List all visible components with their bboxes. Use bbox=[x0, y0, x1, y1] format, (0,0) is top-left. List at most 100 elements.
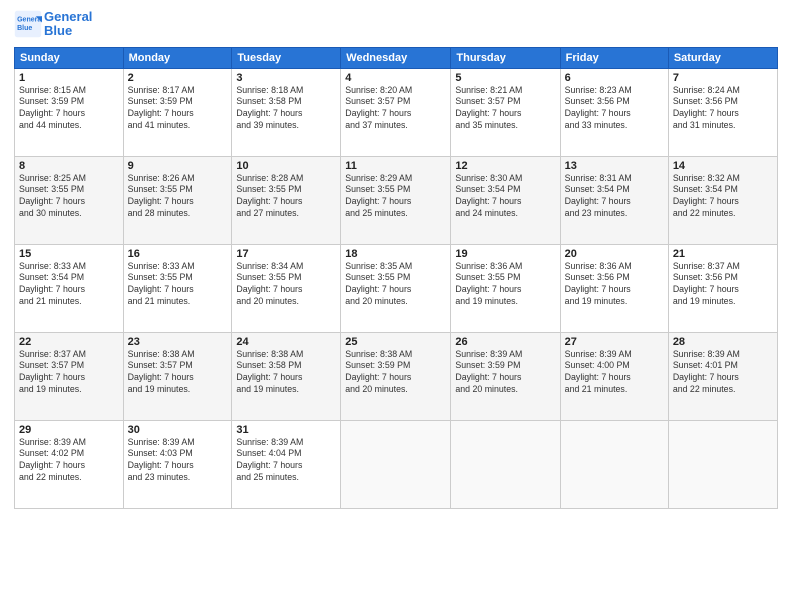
logo: General Blue General Blue bbox=[14, 10, 92, 39]
day-info: Sunrise: 8:39 AMSunset: 4:02 PMDaylight:… bbox=[19, 437, 119, 485]
logo-text: General Blue bbox=[44, 10, 92, 39]
day-info: Sunrise: 8:39 AMSunset: 4:03 PMDaylight:… bbox=[128, 437, 228, 485]
week-row-5: 29Sunrise: 8:39 AMSunset: 4:02 PMDayligh… bbox=[15, 420, 778, 508]
day-info: Sunrise: 8:39 AMSunset: 4:04 PMDaylight:… bbox=[236, 437, 336, 485]
day-number: 18 bbox=[345, 248, 446, 260]
day-number: 31 bbox=[236, 424, 336, 436]
day-cell: 28Sunrise: 8:39 AMSunset: 4:01 PMDayligh… bbox=[668, 332, 777, 420]
day-cell: 8Sunrise: 8:25 AMSunset: 3:55 PMDaylight… bbox=[15, 156, 124, 244]
day-info: Sunrise: 8:28 AMSunset: 3:55 PMDaylight:… bbox=[236, 173, 336, 221]
day-number: 7 bbox=[673, 72, 773, 84]
day-cell: 30Sunrise: 8:39 AMSunset: 4:03 PMDayligh… bbox=[123, 420, 232, 508]
day-info: Sunrise: 8:31 AMSunset: 3:54 PMDaylight:… bbox=[565, 173, 664, 221]
day-cell bbox=[341, 420, 451, 508]
day-number: 9 bbox=[128, 160, 228, 172]
header-day-thursday: Thursday bbox=[451, 47, 560, 68]
week-row-3: 15Sunrise: 8:33 AMSunset: 3:54 PMDayligh… bbox=[15, 244, 778, 332]
day-info: Sunrise: 8:32 AMSunset: 3:54 PMDaylight:… bbox=[673, 173, 773, 221]
day-number: 17 bbox=[236, 248, 336, 260]
day-number: 25 bbox=[345, 336, 446, 348]
day-cell: 21Sunrise: 8:37 AMSunset: 3:56 PMDayligh… bbox=[668, 244, 777, 332]
day-number: 29 bbox=[19, 424, 119, 436]
day-number: 8 bbox=[19, 160, 119, 172]
day-info: Sunrise: 8:37 AMSunset: 3:57 PMDaylight:… bbox=[19, 349, 119, 397]
day-cell: 23Sunrise: 8:38 AMSunset: 3:57 PMDayligh… bbox=[123, 332, 232, 420]
day-cell: 11Sunrise: 8:29 AMSunset: 3:55 PMDayligh… bbox=[341, 156, 451, 244]
day-info: Sunrise: 8:38 AMSunset: 3:58 PMDaylight:… bbox=[236, 349, 336, 397]
week-row-2: 8Sunrise: 8:25 AMSunset: 3:55 PMDaylight… bbox=[15, 156, 778, 244]
day-cell: 5Sunrise: 8:21 AMSunset: 3:57 PMDaylight… bbox=[451, 68, 560, 156]
day-number: 16 bbox=[128, 248, 228, 260]
calendar-table: SundayMondayTuesdayWednesdayThursdayFrid… bbox=[14, 47, 778, 509]
day-number: 15 bbox=[19, 248, 119, 260]
day-info: Sunrise: 8:23 AMSunset: 3:56 PMDaylight:… bbox=[565, 85, 664, 133]
day-info: Sunrise: 8:18 AMSunset: 3:58 PMDaylight:… bbox=[236, 85, 336, 133]
day-info: Sunrise: 8:34 AMSunset: 3:55 PMDaylight:… bbox=[236, 261, 336, 309]
day-info: Sunrise: 8:24 AMSunset: 3:56 PMDaylight:… bbox=[673, 85, 773, 133]
day-cell: 19Sunrise: 8:36 AMSunset: 3:55 PMDayligh… bbox=[451, 244, 560, 332]
day-number: 2 bbox=[128, 72, 228, 84]
day-cell: 6Sunrise: 8:23 AMSunset: 3:56 PMDaylight… bbox=[560, 68, 668, 156]
day-info: Sunrise: 8:30 AMSunset: 3:54 PMDaylight:… bbox=[455, 173, 555, 221]
day-cell: 9Sunrise: 8:26 AMSunset: 3:55 PMDaylight… bbox=[123, 156, 232, 244]
day-cell: 4Sunrise: 8:20 AMSunset: 3:57 PMDaylight… bbox=[341, 68, 451, 156]
day-number: 11 bbox=[345, 160, 446, 172]
week-row-1: 1Sunrise: 8:15 AMSunset: 3:59 PMDaylight… bbox=[15, 68, 778, 156]
header-day-monday: Monday bbox=[123, 47, 232, 68]
day-number: 10 bbox=[236, 160, 336, 172]
day-number: 22 bbox=[19, 336, 119, 348]
day-number: 23 bbox=[128, 336, 228, 348]
day-number: 6 bbox=[565, 72, 664, 84]
day-cell: 31Sunrise: 8:39 AMSunset: 4:04 PMDayligh… bbox=[232, 420, 341, 508]
day-info: Sunrise: 8:38 AMSunset: 3:59 PMDaylight:… bbox=[345, 349, 446, 397]
day-info: Sunrise: 8:17 AMSunset: 3:59 PMDaylight:… bbox=[128, 85, 228, 133]
day-info: Sunrise: 8:26 AMSunset: 3:55 PMDaylight:… bbox=[128, 173, 228, 221]
day-cell: 27Sunrise: 8:39 AMSunset: 4:00 PMDayligh… bbox=[560, 332, 668, 420]
day-number: 3 bbox=[236, 72, 336, 84]
logo-icon: General Blue bbox=[14, 10, 42, 38]
header-day-friday: Friday bbox=[560, 47, 668, 68]
day-info: Sunrise: 8:20 AMSunset: 3:57 PMDaylight:… bbox=[345, 85, 446, 133]
day-info: Sunrise: 8:37 AMSunset: 3:56 PMDaylight:… bbox=[673, 261, 773, 309]
day-number: 21 bbox=[673, 248, 773, 260]
day-cell: 25Sunrise: 8:38 AMSunset: 3:59 PMDayligh… bbox=[341, 332, 451, 420]
day-info: Sunrise: 8:33 AMSunset: 3:54 PMDaylight:… bbox=[19, 261, 119, 309]
day-cell: 2Sunrise: 8:17 AMSunset: 3:59 PMDaylight… bbox=[123, 68, 232, 156]
day-info: Sunrise: 8:33 AMSunset: 3:55 PMDaylight:… bbox=[128, 261, 228, 309]
header-day-tuesday: Tuesday bbox=[232, 47, 341, 68]
header-day-saturday: Saturday bbox=[668, 47, 777, 68]
day-number: 5 bbox=[455, 72, 555, 84]
day-cell: 15Sunrise: 8:33 AMSunset: 3:54 PMDayligh… bbox=[15, 244, 124, 332]
day-cell: 1Sunrise: 8:15 AMSunset: 3:59 PMDaylight… bbox=[15, 68, 124, 156]
day-number: 24 bbox=[236, 336, 336, 348]
day-cell: 13Sunrise: 8:31 AMSunset: 3:54 PMDayligh… bbox=[560, 156, 668, 244]
day-number: 26 bbox=[455, 336, 555, 348]
day-cell: 18Sunrise: 8:35 AMSunset: 3:55 PMDayligh… bbox=[341, 244, 451, 332]
day-info: Sunrise: 8:36 AMSunset: 3:56 PMDaylight:… bbox=[565, 261, 664, 309]
day-number: 4 bbox=[345, 72, 446, 84]
day-number: 27 bbox=[565, 336, 664, 348]
day-number: 12 bbox=[455, 160, 555, 172]
day-info: Sunrise: 8:35 AMSunset: 3:55 PMDaylight:… bbox=[345, 261, 446, 309]
day-cell bbox=[451, 420, 560, 508]
day-number: 20 bbox=[565, 248, 664, 260]
day-number: 30 bbox=[128, 424, 228, 436]
day-cell: 7Sunrise: 8:24 AMSunset: 3:56 PMDaylight… bbox=[668, 68, 777, 156]
day-cell: 24Sunrise: 8:38 AMSunset: 3:58 PMDayligh… bbox=[232, 332, 341, 420]
svg-text:Blue: Blue bbox=[17, 26, 32, 33]
day-info: Sunrise: 8:38 AMSunset: 3:57 PMDaylight:… bbox=[128, 349, 228, 397]
day-info: Sunrise: 8:39 AMSunset: 4:01 PMDaylight:… bbox=[673, 349, 773, 397]
day-cell: 16Sunrise: 8:33 AMSunset: 3:55 PMDayligh… bbox=[123, 244, 232, 332]
day-info: Sunrise: 8:39 AMSunset: 3:59 PMDaylight:… bbox=[455, 349, 555, 397]
day-cell: 20Sunrise: 8:36 AMSunset: 3:56 PMDayligh… bbox=[560, 244, 668, 332]
day-number: 28 bbox=[673, 336, 773, 348]
header-row: SundayMondayTuesdayWednesdayThursdayFrid… bbox=[15, 47, 778, 68]
day-cell: 17Sunrise: 8:34 AMSunset: 3:55 PMDayligh… bbox=[232, 244, 341, 332]
day-info: Sunrise: 8:21 AMSunset: 3:57 PMDaylight:… bbox=[455, 85, 555, 133]
header-day-sunday: Sunday bbox=[15, 47, 124, 68]
day-number: 13 bbox=[565, 160, 664, 172]
day-number: 14 bbox=[673, 160, 773, 172]
day-cell: 29Sunrise: 8:39 AMSunset: 4:02 PMDayligh… bbox=[15, 420, 124, 508]
day-cell: 14Sunrise: 8:32 AMSunset: 3:54 PMDayligh… bbox=[668, 156, 777, 244]
page: General Blue General Blue SundayMondayTu… bbox=[0, 0, 792, 612]
